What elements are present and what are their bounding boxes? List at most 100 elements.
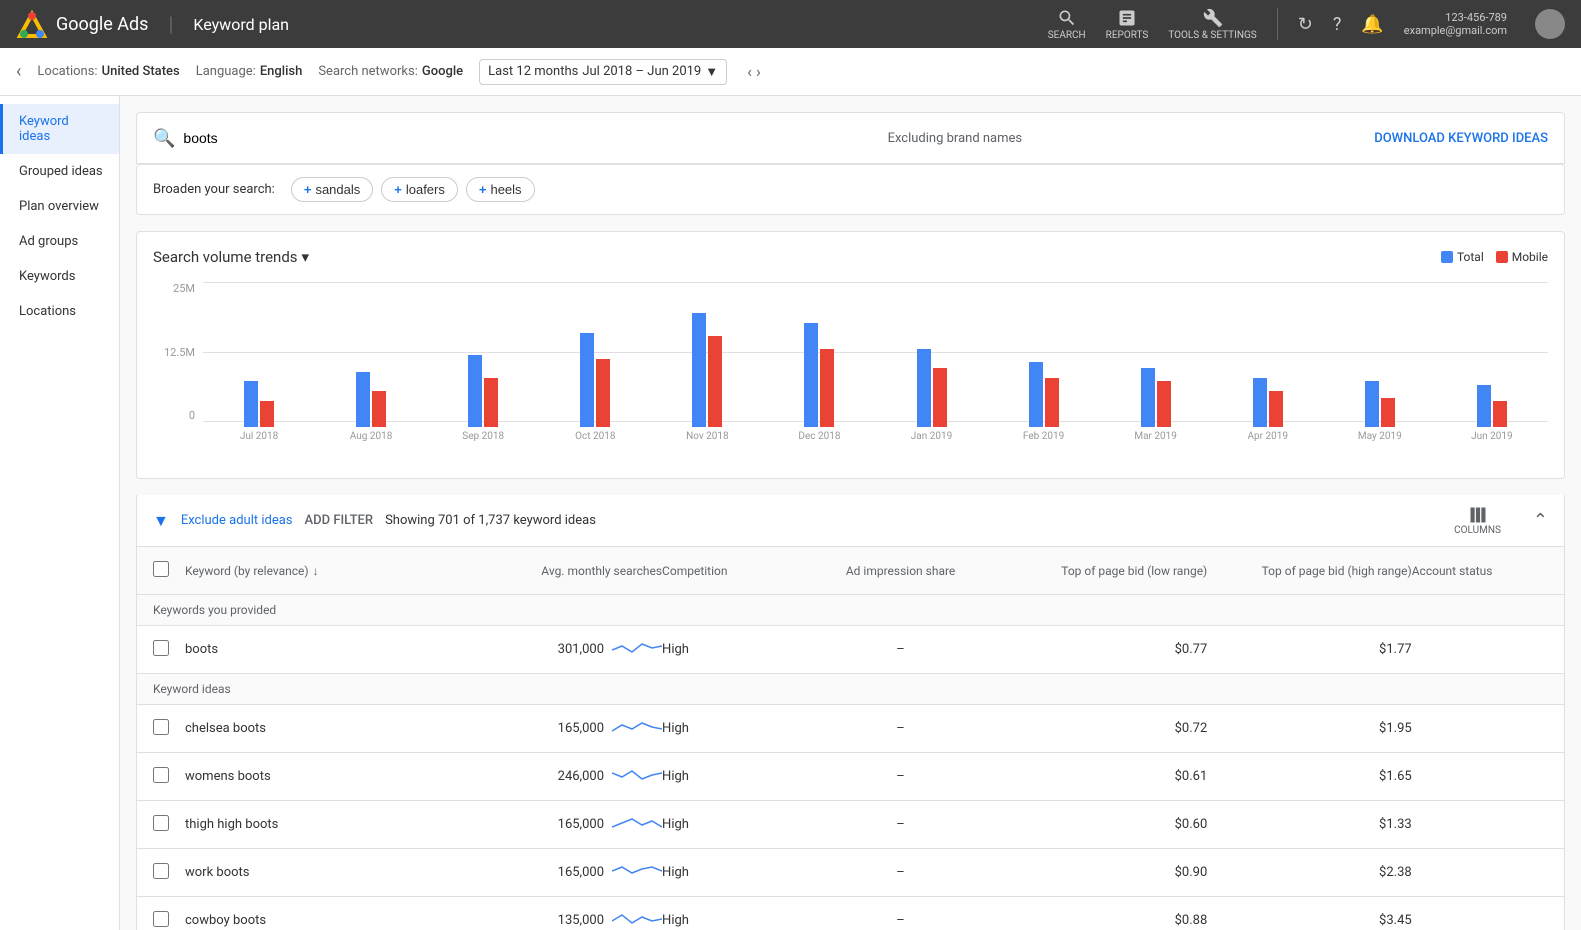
sidebar-item-plan-overview[interactable]: Plan overview (0, 189, 119, 224)
legend-mobile: Mobile (1496, 250, 1548, 264)
header-bid-low[interactable]: Top of page bid (low range) (1003, 564, 1207, 578)
row-searches: 165,000 (458, 717, 662, 741)
row-check[interactable] (153, 863, 185, 883)
search-input[interactable] (183, 130, 535, 146)
sidebar-item-locations[interactable]: Locations (0, 294, 119, 329)
bar-mobile (1157, 381, 1171, 427)
row-checkbox[interactable] (153, 815, 169, 831)
row-keyword: womens boots (185, 769, 458, 784)
notifications-button[interactable]: 🔔 (1361, 14, 1383, 35)
row-bid-high: $3.45 (1207, 913, 1411, 928)
tools-nav-button[interactable]: TOOLS & SETTINGS (1168, 8, 1256, 41)
row-check[interactable] (153, 719, 185, 739)
bar-total (1477, 385, 1491, 427)
sidebar-item-grouped-ideas[interactable]: Grouped ideas (0, 154, 119, 189)
header-impression-label: Ad impression share (846, 564, 955, 578)
select-all-checkbox[interactable] (153, 561, 169, 577)
language-filter[interactable]: Language: English (196, 64, 303, 79)
header-impression[interactable]: Ad impression share (798, 564, 1002, 578)
row-competition: High (662, 769, 798, 784)
header-searches[interactable]: Avg. monthly searches (458, 564, 662, 578)
row-impression: – (798, 817, 1002, 832)
header-searches-label: Avg. monthly searches (541, 564, 662, 578)
chart-month: Feb 2019 (988, 297, 1100, 442)
chart-month: Sep 2018 (427, 297, 539, 442)
location-filter[interactable]: Locations: United States (37, 64, 179, 79)
sidebar-item-ad-groups[interactable]: Ad groups (0, 224, 119, 259)
network-filter[interactable]: Search networks: Google (318, 64, 463, 79)
header-competition[interactable]: Competition (662, 564, 798, 578)
tag-heels[interactable]: + heels (466, 177, 535, 202)
row-checkbox[interactable] (153, 640, 169, 656)
sidebar-item-keywords[interactable]: Keywords (0, 259, 119, 294)
tag-sandals[interactable]: + sandals (291, 177, 373, 202)
chart-month: Aug 2018 (315, 297, 427, 442)
bar-total (1253, 378, 1267, 427)
row-impression: – (798, 642, 1002, 657)
filter-icon: ▼ (153, 511, 169, 531)
search-bar: 🔍 Excluding brand names DOWNLOAD KEYWORD… (136, 112, 1565, 164)
row-searches: 301,000 (458, 638, 662, 662)
row-check[interactable] (153, 767, 185, 787)
header-bid-low-label: Top of page bid (low range) (1061, 564, 1207, 578)
row-checkbox[interactable] (153, 911, 169, 927)
row-check[interactable] (153, 911, 185, 930)
chart-title: Search volume trends ▾ (153, 248, 309, 266)
sidebar-item-keyword-ideas[interactable]: Keyword ideas (0, 104, 119, 154)
plus-icon: + (479, 182, 487, 197)
download-keywords-button[interactable]: DOWNLOAD KEYWORD IDEAS (1374, 131, 1548, 146)
table-section: Keyword (by relevance) ↓ Avg. monthly se… (136, 547, 1565, 930)
add-filter-button[interactable]: ADD FILTER (305, 513, 374, 528)
chart-month: Jan 2019 (875, 297, 987, 442)
row-checkbox[interactable] (153, 767, 169, 783)
sidebar-label-keywords: Keywords (19, 269, 75, 284)
collapse-button[interactable]: ⌃ (1533, 510, 1548, 531)
chart-dropdown-icon[interactable]: ▾ (302, 248, 310, 266)
row-bid-low: $0.88 (1003, 913, 1207, 928)
main-layout: Keyword ideas Grouped ideas Plan overvie… (0, 96, 1581, 930)
bar-mobile (372, 391, 386, 427)
sidebar-toggle[interactable]: ‹ (16, 61, 21, 82)
columns-button[interactable]: COLUMNS (1454, 505, 1501, 536)
excluding-label: Excluding brand names (888, 131, 1023, 146)
reports-nav-button[interactable]: REPORTS (1106, 8, 1149, 41)
header-bid-high[interactable]: Top of page bid (high range) (1207, 564, 1411, 578)
row-check[interactable] (153, 640, 185, 660)
exclude-adult-link[interactable]: Exclude adult ideas (181, 513, 293, 528)
header-status[interactable]: Account status (1412, 564, 1548, 578)
plus-icon: + (304, 182, 312, 197)
row-competition: High (662, 642, 798, 657)
row-bid-low: $0.61 (1003, 769, 1207, 784)
row-checkbox[interactable] (153, 719, 169, 735)
user-email: example@gmail.com (1404, 24, 1507, 37)
refresh-button[interactable]: ↻ (1298, 14, 1313, 35)
bar-total (468, 355, 482, 427)
row-keyword: boots (185, 642, 458, 657)
y-axis: 25M 12.5M 0 (153, 282, 201, 422)
next-date-arrow[interactable]: › (756, 62, 761, 81)
row-check[interactable] (153, 815, 185, 835)
search-nav-button[interactable]: SEARCH (1048, 8, 1086, 41)
user-phone: 123-456-789 (1445, 11, 1507, 24)
broaden-section: Broaden your search: + sandals + loafers… (136, 164, 1565, 215)
legend-total-dot (1441, 251, 1453, 263)
user-avatar[interactable] (1535, 9, 1565, 39)
bar-total (804, 323, 818, 427)
help-button[interactable]: ? (1333, 14, 1342, 35)
row-searches: 135,000 (458, 909, 662, 930)
header-keyword[interactable]: Keyword (by relevance) ↓ (185, 564, 458, 578)
header-check[interactable] (153, 561, 185, 580)
chart-title-text: Search volume trends (153, 248, 298, 266)
row-impression: – (798, 913, 1002, 928)
header-keyword-label: Keyword (by relevance) (185, 564, 309, 578)
tools-nav-label: TOOLS & SETTINGS (1168, 30, 1256, 41)
tag-loafers[interactable]: + loafers (381, 177, 458, 202)
legend-total: Total (1441, 250, 1484, 264)
date-range-value: Jul 2018 – Jun 2019 (582, 64, 701, 79)
row-bid-low: $0.90 (1003, 865, 1207, 880)
y-label-12m: 12.5M (164, 346, 195, 359)
provided-rows: boots 301,000 High – $0.77 $1.77 (137, 626, 1564, 674)
date-range-selector[interactable]: Last 12 months Jul 2018 – Jun 2019 ▼ (479, 59, 727, 85)
row-checkbox[interactable] (153, 863, 169, 879)
prev-date-arrow[interactable]: ‹ (747, 62, 752, 81)
